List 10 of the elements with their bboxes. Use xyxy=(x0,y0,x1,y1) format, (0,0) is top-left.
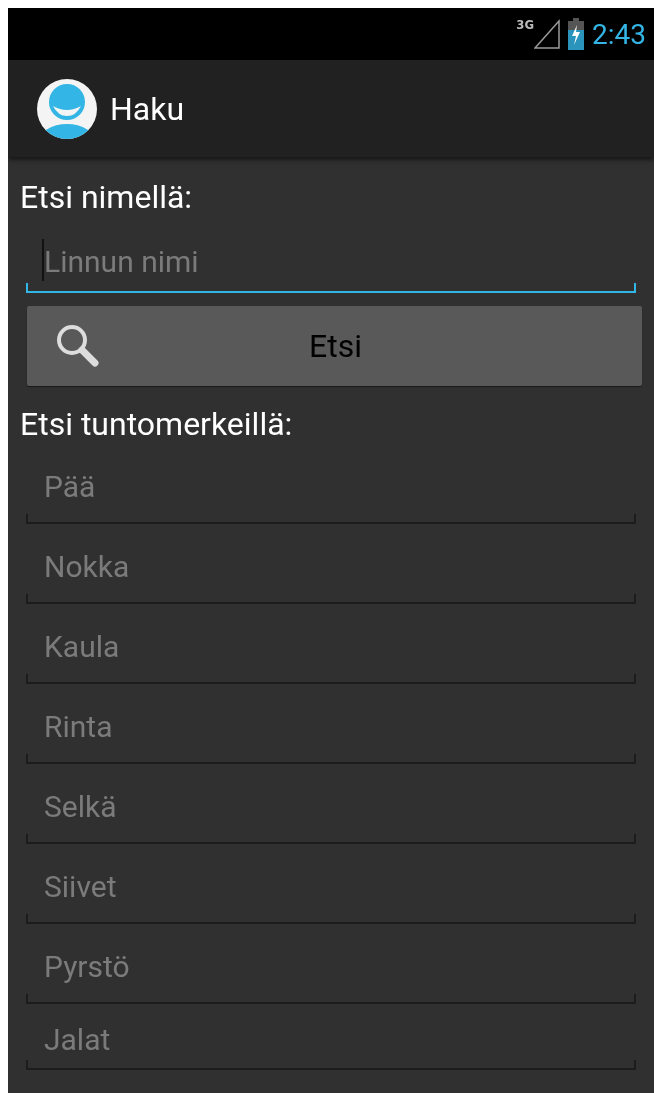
network-type: 3G xyxy=(516,17,534,32)
section-label: Etsi tuntomerkeillä: xyxy=(20,405,293,443)
clock-time: 2:43 xyxy=(592,17,646,51)
screen-title: Haku xyxy=(110,89,185,128)
app-logo-icon[interactable] xyxy=(36,77,98,140)
search-button[interactable]: Etsi xyxy=(27,306,642,386)
signal-icon xyxy=(534,19,560,49)
search-icon xyxy=(55,323,101,369)
section-label: Etsi nimellä: xyxy=(20,178,193,216)
battery-charging-icon xyxy=(568,18,584,50)
